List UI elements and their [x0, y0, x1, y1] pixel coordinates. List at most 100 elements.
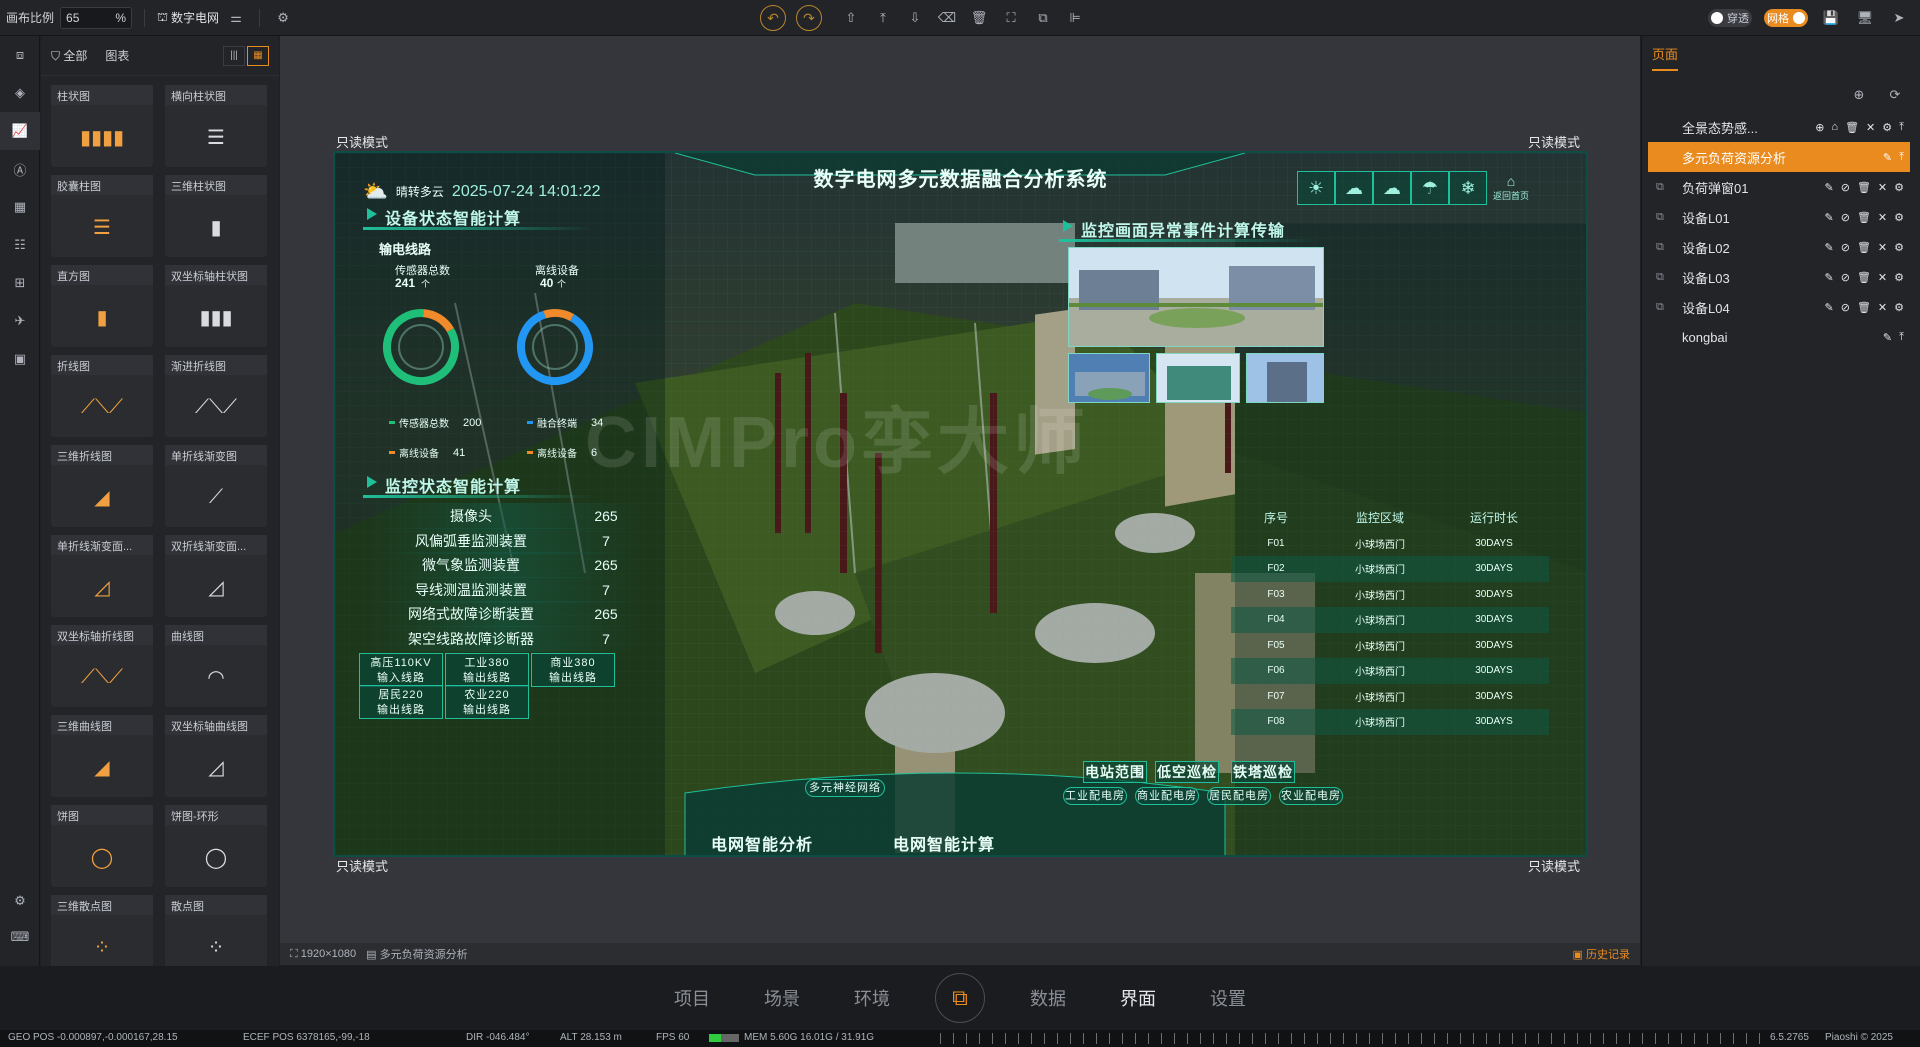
patrol-button[interactable]: 铁塔巡检 [1231, 761, 1295, 783]
undo-button[interactable]: ↶ [760, 5, 786, 31]
line-button[interactable]: 居民220 输出线路 [359, 685, 443, 719]
hide-icon[interactable]: ⊘ [1841, 271, 1850, 284]
crop-icon[interactable]: ⛶ [1000, 7, 1022, 29]
dashboard-canvas[interactable]: CIMPro孪大师 数字电网多元数据融合分析系统 ⛅ 晴转多云 2025-07-… [333, 151, 1588, 857]
page-item[interactable]: 多元负荷资源分析 ✎ ⤒ [1648, 142, 1910, 172]
download-icon[interactable]: ⇩ [904, 7, 926, 29]
back-home-button[interactable]: ⌂ 返回首页 [1493, 173, 1529, 202]
line-button[interactable]: 农业220 输出线路 [445, 685, 529, 719]
component-card[interactable]: 散点图 ⁘ [165, 895, 267, 977]
upload-icon[interactable]: ⇧ [840, 7, 862, 29]
gear-icon[interactable]: ⚙ [1894, 211, 1904, 224]
pin-icon[interactable]: ⤒ [1899, 151, 1904, 164]
delete-icon[interactable]: 🗑 [1857, 241, 1871, 254]
tools-icon[interactable]: ✕ [1878, 241, 1887, 254]
hide-icon[interactable]: ⊘ [1841, 211, 1850, 224]
tab-all[interactable]: ⛉ 全部 [51, 47, 87, 64]
component-card[interactable]: 三维柱状图 ▮ [165, 175, 267, 257]
component-card[interactable]: 胶囊柱图 ☰ [51, 175, 153, 257]
add-icon[interactable]: ⊕ [1815, 121, 1824, 134]
tools-icon[interactable]: ✕ [1878, 211, 1887, 224]
tools-icon[interactable]: ✕ [1878, 271, 1887, 284]
edit-icon[interactable]: ✎ [1883, 151, 1892, 164]
preview-icon[interactable]: 🖥 [1854, 7, 1876, 29]
component-card[interactable]: 三维折线图 ◢ [51, 445, 153, 527]
gear-icon[interactable]: ⚙ [1894, 181, 1904, 194]
rain-icon[interactable]: ☂ [1411, 171, 1449, 205]
widget-icon[interactable]: ⊞ [0, 264, 40, 302]
component-card[interactable]: 双坐标轴曲线图 ◿ [165, 715, 267, 797]
tab-charts[interactable]: 图表 [105, 47, 129, 64]
hide-icon[interactable]: ⊘ [1841, 241, 1850, 254]
chart-icon[interactable]: 📈 [0, 112, 40, 150]
cloud-icon[interactable]: ☁ [1373, 171, 1411, 205]
line-button[interactable]: 高压110KV 输入线路 [359, 653, 443, 687]
delete-icon[interactable]: 🗑 [1857, 211, 1871, 224]
edit-icon[interactable]: ✎ [1825, 241, 1834, 254]
tools-icon[interactable]: ✕ [1878, 181, 1887, 194]
gear-icon[interactable]: ⚙ [1894, 241, 1904, 254]
cloud-icon[interactable]: ☁ [1335, 171, 1373, 205]
dock-interface[interactable]: 界面 [1093, 985, 1183, 1011]
align-icon[interactable]: ⊫ [1064, 7, 1086, 29]
page-item[interactable]: 全景态势感... ⊕ ⌂ 🗑 ✕ ⚙ ⤒ [1648, 112, 1910, 142]
delete-icon[interactable]: 🗑 [1857, 301, 1871, 314]
component-card[interactable]: 横向柱状图 ☰ [165, 85, 267, 167]
delete-icon[interactable]: 🗑 [1845, 121, 1859, 134]
pin-icon[interactable]: ⤒ [1899, 331, 1904, 344]
list-view-icon[interactable]: ||| [223, 45, 245, 66]
gear-icon[interactable]: ⚙ [1882, 121, 1892, 134]
room-button[interactable]: 居民配电房 [1207, 787, 1271, 805]
component-card[interactable]: 三维曲线图 ◢ [51, 715, 153, 797]
hide-icon[interactable]: ⊘ [1841, 181, 1850, 194]
page-item[interactable]: ⧉ 设备L01 ✎ ⊘ 🗑 ✕ ⚙ [1648, 202, 1910, 232]
plane-icon[interactable]: ✈ [0, 302, 40, 340]
refresh-icon[interactable]: ⟳ [1884, 84, 1906, 106]
redo-button[interactable]: ↷ [796, 5, 822, 31]
edit-icon[interactable]: ✎ [1825, 271, 1834, 284]
publish-icon[interactable]: ➤ [1888, 7, 1910, 29]
room-button[interactable]: 商业配电房 [1135, 787, 1199, 805]
component-card[interactable]: 双折线渐变面... ◿ [165, 535, 267, 617]
settings-icon[interactable]: ⚙ [0, 882, 40, 920]
delete-icon[interactable]: 🗑 [968, 7, 990, 29]
patrol-button[interactable]: 电站范围 [1083, 761, 1147, 783]
layers-icon[interactable]: ◈ [0, 74, 40, 112]
text-icon[interactable]: Ⓐ [0, 150, 40, 188]
dock-data[interactable]: 数据 [1003, 985, 1093, 1011]
table-icon[interactable]: ▦ [0, 188, 40, 226]
media-icon[interactable]: ▣ [0, 340, 40, 378]
grid-view-icon[interactable]: ▦ [247, 45, 269, 66]
component-card[interactable]: 三维散点图 ⁘ [51, 895, 153, 977]
page-item[interactable]: ⧉ 设备L02 ✎ ⊘ 🗑 ✕ ⚙ [1648, 232, 1910, 262]
project-selector[interactable]: ⛫ 数字电网 [157, 9, 219, 26]
page-item[interactable]: ⧉ 设备L04 ✎ ⊘ 🗑 ✕ ⚙ [1648, 292, 1910, 322]
patrol-button[interactable]: 低空巡检 [1155, 761, 1219, 783]
snow-icon[interactable]: ❄ [1449, 171, 1487, 205]
save-icon[interactable]: 💾 [1820, 7, 1842, 29]
gear-icon[interactable]: ⚙ [272, 7, 294, 29]
edit-icon[interactable]: ✎ [1883, 331, 1892, 344]
dock-settings[interactable]: 设置 [1183, 985, 1273, 1011]
form-icon[interactable]: ☷ [0, 226, 40, 264]
gear-icon[interactable]: ⚙ [1894, 271, 1904, 284]
line-button[interactable]: 商业380 输出线路 [531, 653, 615, 687]
component-card[interactable]: 柱状图 ▮▮▮▮ [51, 85, 153, 167]
pin-icon[interactable]: ⤒ [1899, 121, 1904, 134]
component-card[interactable]: 直方图 ▮ [51, 265, 153, 347]
edit-icon[interactable]: ✎ [1825, 181, 1834, 194]
page-item[interactable]: ⧉ 负荷弹窗01 ✎ ⊘ 🗑 ✕ ⚙ [1648, 172, 1910, 202]
line-button[interactable]: 工业380 输出线路 [445, 653, 529, 687]
page-item[interactable]: ⧉ 设备L03 ✎ ⊘ 🗑 ✕ ⚙ [1648, 262, 1910, 292]
tools-icon[interactable]: ✕ [1878, 301, 1887, 314]
edit-icon[interactable]: ✎ [1825, 301, 1834, 314]
tab-pages[interactable]: 页面 [1652, 44, 1679, 71]
components-icon[interactable]: ⧈ [0, 36, 40, 74]
sun-icon[interactable]: ☀ [1297, 171, 1335, 205]
dock-scene[interactable]: 场景 [737, 985, 827, 1011]
room-button[interactable]: 工业配电房 [1063, 787, 1127, 805]
tag-icon[interactable]: ⌂ [1831, 121, 1838, 134]
group-icon[interactable]: ⧉ [1032, 7, 1054, 29]
component-card[interactable]: 单折线渐变图 ⟋ [165, 445, 267, 527]
export-icon[interactable]: ⤒ [872, 7, 894, 29]
